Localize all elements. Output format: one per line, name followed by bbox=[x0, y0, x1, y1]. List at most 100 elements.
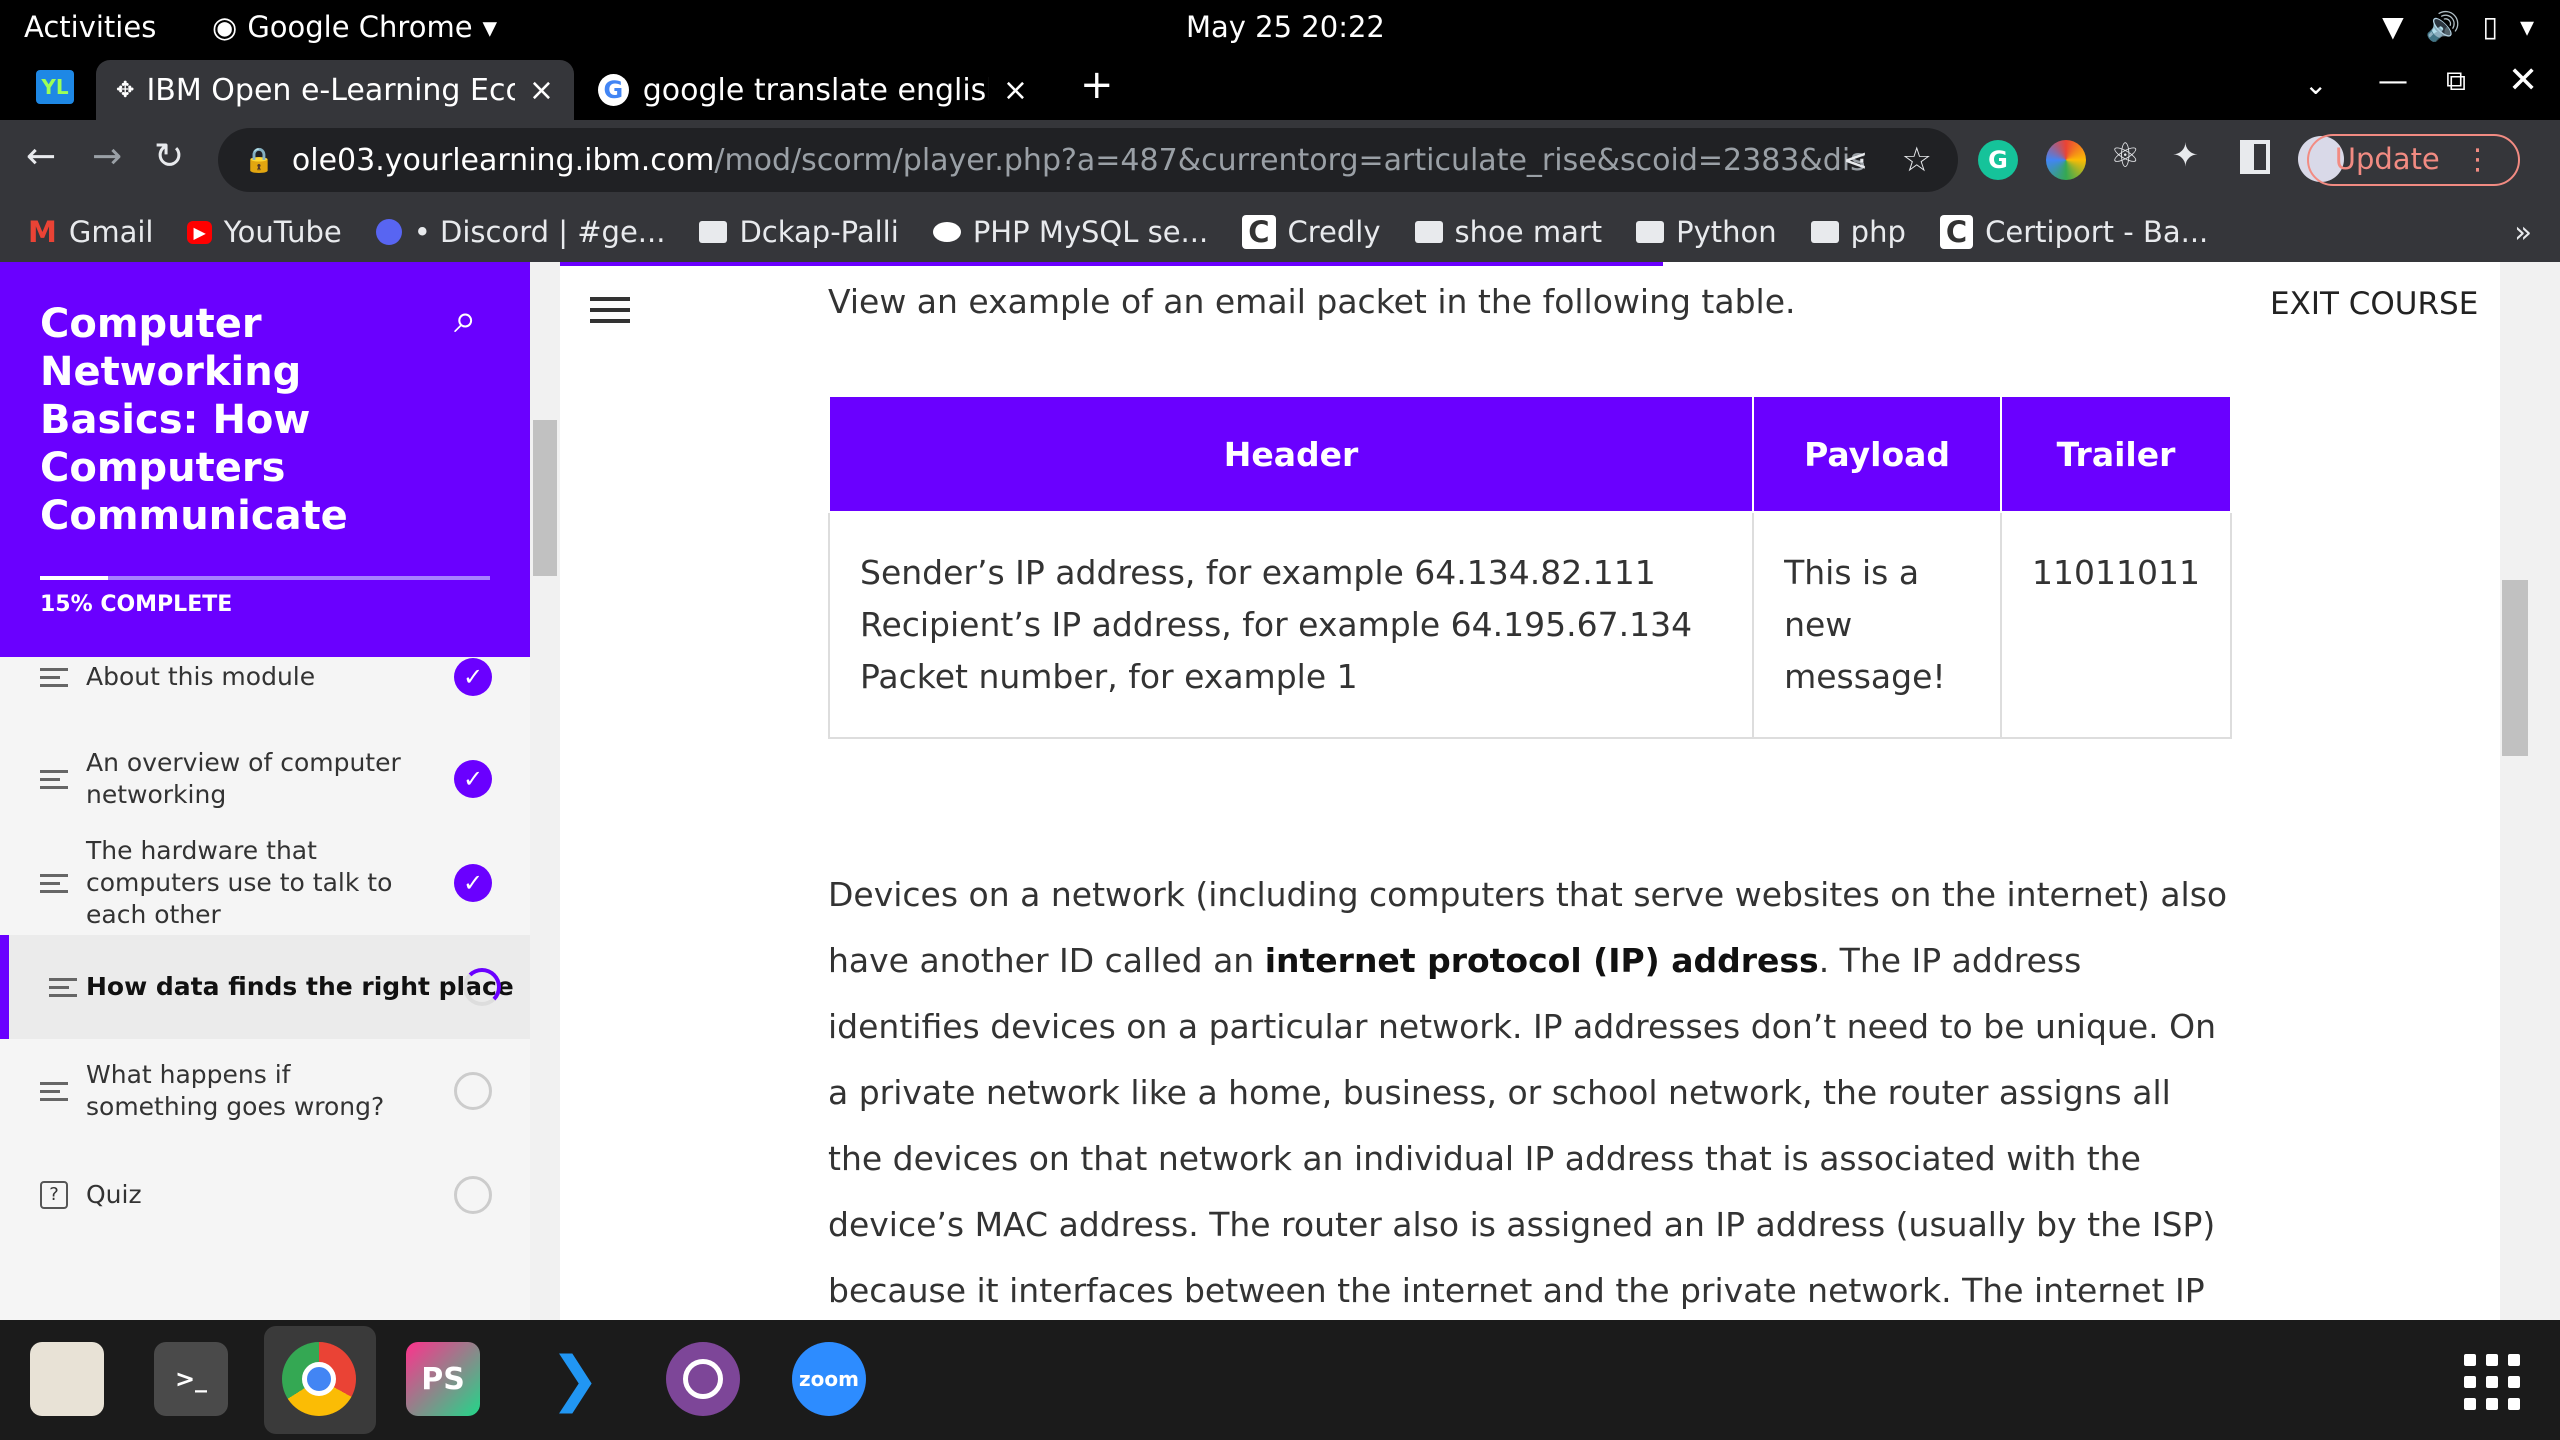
google-favicon: G bbox=[598, 74, 629, 106]
tab-ibm-elearning[interactable]: ✥ IBM Open e-Learning Ecos × bbox=[96, 60, 574, 120]
incomplete-circle-icon bbox=[454, 1072, 492, 1110]
tab-title: google translate english t bbox=[642, 72, 989, 108]
battery-icon: ▯ bbox=[2482, 10, 2498, 43]
phpstorm-icon[interactable]: PS bbox=[406, 1342, 480, 1416]
window-scrollbar[interactable] bbox=[2530, 262, 2560, 1320]
bookmark-discord[interactable]: • Discord | #ge... bbox=[375, 215, 666, 249]
close-tab-icon[interactable]: × bbox=[1003, 73, 1028, 108]
wifi-icon: ▼ bbox=[2382, 10, 2404, 43]
bookmark-python[interactable]: Python bbox=[1636, 215, 1777, 249]
lesson-label: What happens if something goes wrong? bbox=[86, 1060, 385, 1121]
chevron-down-icon: ▾ bbox=[482, 10, 498, 44]
bookmark-php-mysql[interactable]: PHP MySQL se... bbox=[932, 215, 1209, 249]
gmail-icon: M bbox=[28, 215, 57, 249]
bookmark-gmail[interactable]: M Gmail bbox=[28, 215, 153, 249]
bookmark-credly[interactable]: C Credly bbox=[1242, 215, 1381, 249]
lesson-item[interactable]: The hardware that computers use to talk … bbox=[0, 831, 530, 935]
quiz-icon: ? bbox=[40, 1181, 68, 1209]
reload-icon[interactable]: ↻ bbox=[154, 136, 184, 177]
terminal-icon[interactable]: >_ bbox=[154, 1342, 228, 1416]
bookmark-label: • Discord | #ge... bbox=[413, 215, 666, 249]
table-header: Header bbox=[827, 395, 1755, 513]
tab-search-icon[interactable]: ⌄ bbox=[2304, 68, 2327, 101]
lesson-lines-icon bbox=[49, 973, 77, 1002]
restore-icon[interactable]: ⧉ bbox=[2446, 64, 2466, 98]
lock-icon: 🔒 bbox=[244, 146, 274, 174]
bookmark-php[interactable]: php bbox=[1810, 215, 1906, 249]
yourlearning-app-icon[interactable]: YL bbox=[36, 70, 74, 104]
content-scrollbar-thumb[interactable] bbox=[2502, 580, 2528, 756]
tor-icon[interactable] bbox=[666, 1342, 740, 1416]
bookmark-label: Python bbox=[1676, 215, 1777, 249]
page-viewport: Computer Networking Basics: How Computer… bbox=[0, 262, 2560, 1320]
lesson-item-current[interactable]: How data finds the right place bbox=[0, 935, 530, 1039]
address-bar[interactable]: 🔒 ole03.yourlearning.ibm.com /mod/scorm/… bbox=[218, 128, 1958, 192]
folder-icon bbox=[1636, 221, 1665, 243]
show-apps-grid-icon[interactable] bbox=[2464, 1354, 2520, 1410]
intro-text: View an example of an email packet in th… bbox=[828, 282, 1796, 321]
close-window-icon[interactable]: ✕ bbox=[2508, 60, 2538, 101]
checkmark-icon: ✓ bbox=[454, 760, 492, 798]
credly-icon: C bbox=[1242, 215, 1276, 249]
certiport-icon: C bbox=[1939, 215, 1974, 249]
files-icon[interactable] bbox=[30, 1342, 104, 1416]
new-tab-button[interactable]: + bbox=[1080, 62, 1114, 108]
forward-icon[interactable]: → bbox=[92, 136, 122, 177]
vscode-icon[interactable]: ❯ bbox=[538, 1342, 612, 1416]
bookmarks-bar: M Gmail ▶ YouTube • Discord | #ge... Dckap… bbox=[0, 202, 2560, 262]
table-header: Payload bbox=[1752, 395, 2003, 513]
bookmark-youtube[interactable]: ▶ YouTube bbox=[187, 215, 342, 249]
side-panel-icon[interactable] bbox=[2240, 140, 2270, 174]
react-devtools-icon[interactable]: ⚛ bbox=[2110, 136, 2140, 176]
exit-course-button[interactable]: EXIT COURSE bbox=[2270, 286, 2478, 322]
bookmark-shoe-mart[interactable]: shoe mart bbox=[1414, 215, 1603, 249]
paragraph-text: . The IP address identifies devices on a… bbox=[828, 941, 2217, 1310]
lesson-label: About this module bbox=[86, 662, 316, 691]
minimize-icon[interactable]: — bbox=[2378, 64, 2408, 99]
menu-hamburger-icon[interactable] bbox=[590, 290, 630, 330]
url-path: /mod/scorm/player.php?a=487&currentorg=a… bbox=[714, 142, 1865, 178]
grammarly-icon[interactable]: G bbox=[1978, 140, 2018, 180]
bookmark-certiport[interactable]: C Certiport - Ba... bbox=[1939, 215, 2208, 249]
lesson-label: Quiz bbox=[86, 1180, 142, 1209]
lesson-item[interactable]: An overview of computer networking ✓ bbox=[0, 727, 530, 831]
update-button[interactable]: Update ⋮ bbox=[2306, 134, 2520, 186]
table-cell: Sender’s IP address, for example 64.134.… bbox=[827, 511, 1755, 739]
activities-button[interactable]: Activities bbox=[24, 10, 156, 44]
app-menu[interactable]: ◉ Google Chrome ▾ bbox=[212, 10, 497, 44]
packet-table: Header Payload Trailer Sender’s IP addre… bbox=[827, 395, 2232, 739]
close-tab-icon[interactable]: × bbox=[529, 73, 554, 108]
lesson-item[interactable]: ? Quiz bbox=[0, 1143, 530, 1247]
content-scrollbar[interactable] bbox=[2500, 262, 2530, 1320]
tab-google-translate[interactable]: G google translate english t × bbox=[578, 60, 1048, 120]
share-icon[interactable]: ⋖ bbox=[1843, 143, 1868, 178]
lesson-lines-icon bbox=[40, 765, 68, 794]
bookmark-star-icon[interactable]: ☆ bbox=[1902, 140, 1932, 180]
system-tray[interactable]: ▼ 🔊 ▯ ▾ bbox=[2382, 10, 2534, 43]
bookmark-label: YouTube bbox=[223, 215, 342, 249]
lesson-label: The hardware that computers use to talk … bbox=[86, 836, 393, 929]
zoom-icon[interactable]: zoom bbox=[792, 1342, 866, 1416]
php-icon bbox=[932, 222, 961, 242]
ibm-favicon: ✥ bbox=[116, 77, 135, 103]
more-bookmarks-button[interactable]: » bbox=[2514, 215, 2532, 249]
kebab-menu-icon: ⋮ bbox=[2463, 142, 2492, 176]
folder-icon bbox=[699, 221, 728, 243]
ubuntu-dock: >_ PS ❯ zoom bbox=[0, 1320, 2560, 1440]
bookmark-label: shoe mart bbox=[1454, 215, 1603, 249]
chrome-small-icon: ◉ bbox=[212, 10, 238, 44]
back-icon[interactable]: ← bbox=[26, 136, 56, 177]
color-picker-icon[interactable] bbox=[2046, 140, 2086, 180]
lesson-item[interactable]: About this module ✓ bbox=[0, 657, 530, 729]
clock[interactable]: May 25 20:22 bbox=[1186, 10, 1385, 44]
sidebar-scrollbar-thumb[interactable] bbox=[533, 420, 557, 576]
chrome-icon[interactable] bbox=[282, 1342, 356, 1416]
search-icon[interactable]: ⌕ bbox=[454, 296, 476, 342]
bookmark-label: PHP MySQL se... bbox=[972, 215, 1209, 249]
browser-toolbar: ← → ↻ 🔒 ole03.yourlearning.ibm.com /mod/… bbox=[0, 120, 2560, 202]
lesson-item[interactable]: What happens if something goes wrong? bbox=[0, 1039, 530, 1143]
extensions-icon[interactable]: ✦ bbox=[2172, 136, 2199, 174]
bookmark-dckap[interactable]: Dckap-Palli bbox=[699, 215, 899, 249]
incomplete-circle-icon bbox=[454, 1176, 492, 1214]
bookmark-label: Dckap-Palli bbox=[739, 215, 899, 249]
